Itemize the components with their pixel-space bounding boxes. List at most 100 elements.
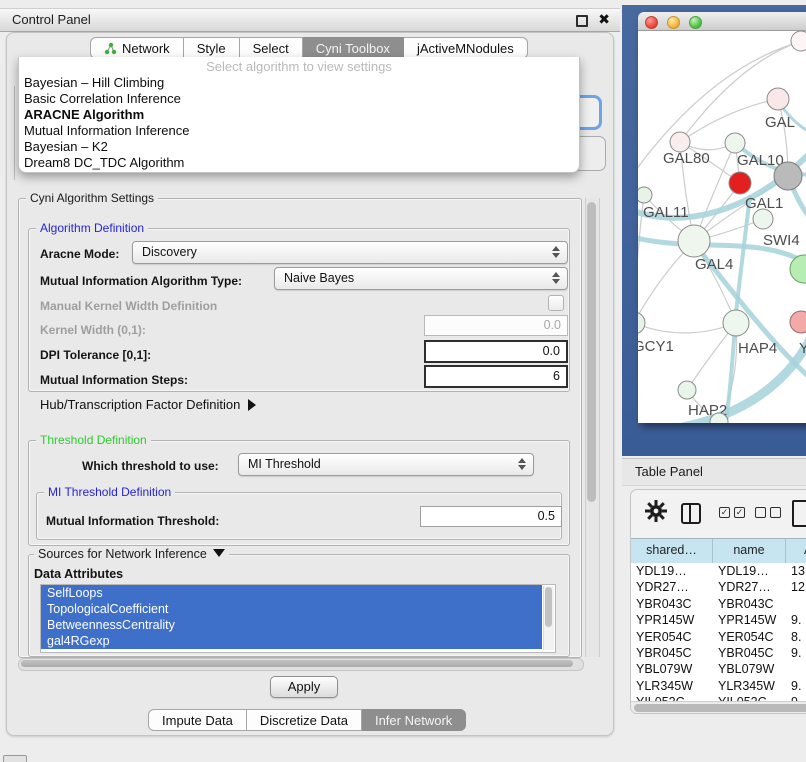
- v-scroll-thumb[interactable]: [587, 202, 596, 502]
- tab-style[interactable]: Style: [184, 37, 240, 59]
- hub-definition-toggle[interactable]: Hub/Transcription Factor Definition: [40, 397, 256, 412]
- network-node-gal[interactable]: [767, 88, 789, 110]
- dpi-tolerance-input[interactable]: 0.0: [424, 340, 568, 363]
- table-row[interactable]: YER054CYER054C8.: [631, 629, 806, 645]
- mi-type-select[interactable]: Naive Bayes: [274, 267, 568, 290]
- table-h-scroll-thumb[interactable]: [634, 704, 806, 712]
- attribute-item-selected[interactable]: gal4RGexp: [41, 633, 542, 649]
- algorithm-option[interactable]: Bayesian – Hill Climbing: [19, 75, 579, 91]
- tab-cyni-toolbox[interactable]: Cyni Toolbox: [303, 37, 404, 59]
- table-cell[interactable]: YBR043C: [713, 596, 786, 612]
- column-header-name[interactable]: name: [713, 539, 786, 563]
- apply-button[interactable]: Apply: [270, 676, 338, 698]
- table-cell[interactable]: 13: [786, 563, 806, 579]
- deselect-all-checkboxes-icon[interactable]: [755, 507, 781, 518]
- table-cell[interactable]: YER054C: [631, 629, 713, 645]
- network-node[interactable]: [791, 31, 806, 51]
- network-node-gal4[interactable]: [678, 225, 710, 257]
- which-threshold-select[interactable]: MI Threshold: [238, 453, 534, 476]
- float-window-icon[interactable]: [576, 15, 588, 27]
- table-row[interactable]: YPR145WYPR145W9.: [631, 612, 806, 628]
- tab-select[interactable]: Select: [240, 37, 303, 59]
- network-node-gal10[interactable]: [725, 133, 745, 153]
- tab-infer-network[interactable]: Infer Network: [362, 709, 466, 731]
- table-cell[interactable]: YBR045C: [631, 645, 713, 661]
- table-row[interactable]: YBL079WYBL079W: [631, 661, 806, 677]
- attribute-item-selected[interactable]: TopologicalCoefficient: [41, 601, 542, 617]
- table-cell[interactable]: YLR345W: [713, 678, 786, 694]
- network-edge[interactable]: [638, 323, 736, 333]
- network-node-gal80[interactable]: [670, 132, 690, 152]
- table-cell[interactable]: YBR045C: [713, 645, 786, 661]
- network-node-gal11[interactable]: [638, 187, 652, 203]
- table-cell[interactable]: YDR27…: [713, 579, 786, 595]
- table-row[interactable]: YBR045CYBR045C9.: [631, 645, 806, 661]
- tab-network[interactable]: Network: [90, 37, 184, 59]
- network-node-hap4[interactable]: [723, 310, 749, 336]
- table-cell[interactable]: YPR145W: [713, 612, 786, 628]
- zoom-traffic-light-icon[interactable]: [689, 16, 702, 29]
- minimize-traffic-light-icon[interactable]: [667, 16, 680, 29]
- table-row[interactable]: YLR345WYLR345W9.: [631, 678, 806, 694]
- network-node-gcy1[interactable]: [638, 312, 645, 334]
- mi-threshold-input[interactable]: 0.5: [420, 506, 562, 527]
- network-node-gal1[interactable]: [729, 172, 751, 194]
- network-node-y[interactable]: [790, 311, 806, 333]
- table-cell[interactable]: YLR345W: [631, 678, 713, 694]
- manual-kernel-checkbox[interactable]: [548, 295, 564, 311]
- table-cell[interactable]: YBL079W: [631, 661, 713, 677]
- algorithm-option[interactable]: Basic Correlation Inference: [19, 91, 579, 107]
- settings-vertical-scrollbar[interactable]: [585, 198, 600, 657]
- close-traffic-light-icon[interactable]: [645, 16, 658, 29]
- kernel-width-input[interactable]: 0.0: [424, 315, 568, 336]
- column-header-partial[interactable]: A: [786, 539, 806, 563]
- attributes-scrollbar[interactable]: [543, 586, 554, 650]
- gear-icon[interactable]: [645, 500, 667, 522]
- tab-discretize-data[interactable]: Discretize Data: [247, 709, 362, 731]
- table-cell[interactable]: YPR145W: [631, 612, 713, 628]
- mi-steps-input[interactable]: 6: [424, 365, 568, 388]
- tab-jactivemnodules[interactable]: jActiveMNodules: [404, 37, 528, 59]
- table-row[interactable]: YBR043CYBR043C: [631, 596, 806, 612]
- network-window-titlebar[interactable]: [638, 12, 806, 31]
- table-cell[interactable]: 8.: [786, 629, 806, 645]
- data-attributes-list[interactable]: SelfLoops TopologicalCoefficient Between…: [40, 584, 556, 653]
- table-cell[interactable]: 9.: [786, 645, 806, 661]
- table-cell[interactable]: YBL079W: [713, 661, 786, 677]
- table-cell[interactable]: [786, 661, 806, 677]
- network-node[interactable]: [774, 162, 802, 190]
- attribute-item-selected[interactable]: SelfLoops: [41, 585, 542, 601]
- table-cell[interactable]: YDR27…: [631, 579, 713, 595]
- table-cell[interactable]: 9.: [786, 612, 806, 628]
- close-icon[interactable]: ✖: [598, 11, 610, 28]
- table-row[interactable]: YDR27…YDR27…12: [631, 579, 806, 595]
- aracne-mode-select[interactable]: Discovery: [132, 241, 568, 264]
- sources-group-title[interactable]: Sources for Network Inference: [34, 547, 229, 561]
- table-cell[interactable]: YDL19…: [631, 563, 713, 579]
- h-scroll-thumb[interactable]: [21, 660, 573, 667]
- network-node[interactable]: [790, 255, 806, 283]
- column-header-shared-name[interactable]: shared…: [631, 539, 713, 563]
- table-cell[interactable]: YDL19…: [713, 563, 786, 579]
- table-cell[interactable]: YER054C: [713, 629, 786, 645]
- attribute-item-selected[interactable]: BetweennessCentrality: [41, 617, 542, 633]
- algorithm-option-selected[interactable]: ARACNE Algorithm: [19, 107, 579, 123]
- network-node-hap2[interactable]: [678, 381, 696, 399]
- algorithm-option[interactable]: Bayesian – K2: [19, 139, 579, 155]
- algorithm-option[interactable]: Dream8 DC_TDC Algorithm: [19, 155, 579, 171]
- table-cell[interactable]: 12: [786, 579, 806, 595]
- table-horizontal-scrollbar[interactable]: [631, 701, 806, 714]
- tab-impute-data[interactable]: Impute Data: [148, 709, 247, 731]
- columns-icon[interactable]: [681, 503, 701, 524]
- table-cell[interactable]: YBR043C: [631, 596, 713, 612]
- table-row[interactable]: YDL19…YDL19…13: [631, 563, 806, 579]
- settings-horizontal-scrollbar[interactable]: [18, 658, 584, 671]
- table-cell[interactable]: [786, 596, 806, 612]
- select-all-checkboxes-icon[interactable]: ✓✓: [719, 507, 745, 518]
- new-table-icon[interactable]: [792, 500, 806, 527]
- table-cell[interactable]: 9.: [786, 678, 806, 694]
- minimized-panel-icon[interactable]: [3, 755, 27, 762]
- algorithm-option[interactable]: Mutual Information Inference: [19, 123, 579, 139]
- network-view-canvas[interactable]: GALGAL80GAL10GAL1GAL11SWI4GAL4GCY1HAP4YH…: [638, 31, 806, 423]
- network-node-swi4[interactable]: [753, 209, 773, 229]
